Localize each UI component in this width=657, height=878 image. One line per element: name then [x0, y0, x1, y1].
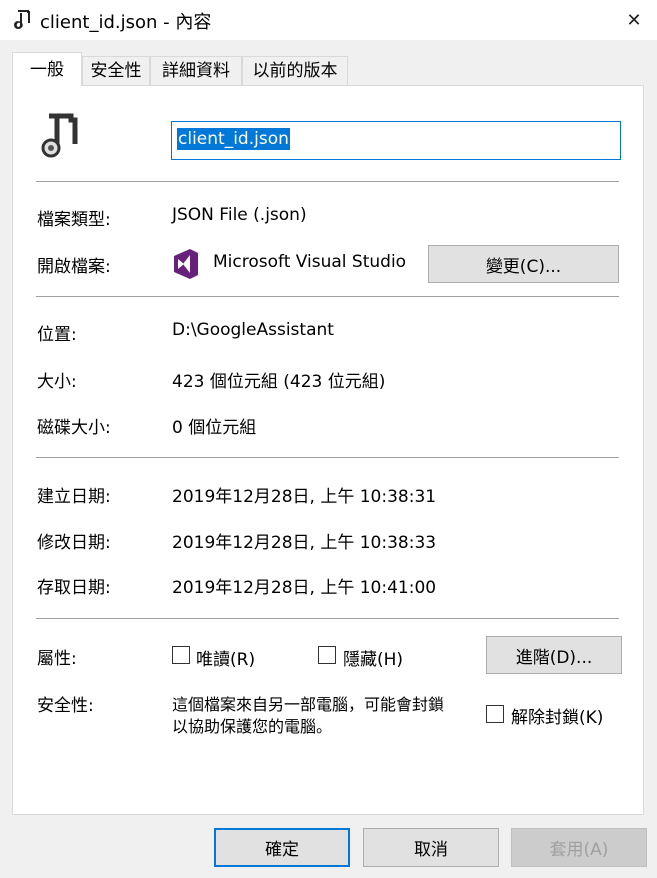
separator: [36, 181, 619, 182]
accessed-label: 存取日期:: [37, 578, 111, 598]
size-label: 大小:: [37, 372, 77, 392]
ok-button-label: 確定: [265, 840, 299, 860]
modified-value: 2019年12月28日, 上午 10:38:33: [172, 533, 437, 553]
file-name-input[interactable]: client_id.json: [171, 121, 621, 160]
accessed-value: 2019年12月28日, 上午 10:41:00: [172, 578, 437, 598]
tab-general[interactable]: 一般: [12, 52, 82, 86]
music-note-file-icon: [41, 113, 78, 158]
close-icon: ✕: [626, 9, 642, 31]
disk-size-label: 磁碟大小:: [37, 418, 111, 438]
tab-label: 詳細資料: [162, 61, 230, 81]
file-type-value: JSON File (.json): [172, 205, 307, 225]
created-label: 建立日期:: [37, 487, 111, 507]
visual-studio-icon: [174, 249, 198, 279]
file-type-label: 檔案類型:: [37, 210, 111, 230]
hidden-checkbox[interactable]: [318, 646, 336, 664]
attributes-label: 屬性:: [37, 649, 77, 669]
change-button-label: 變更(C)...: [485, 256, 562, 277]
apply-button-label: 套用(A): [549, 840, 609, 860]
file-name-text: client_id.json: [177, 128, 290, 150]
cancel-button-label: 取消: [414, 840, 448, 860]
tab-security[interactable]: 安全性: [82, 56, 150, 85]
title-bar: client_id.json - 內容 ✕: [0, 0, 657, 40]
location-label: 位置:: [37, 325, 77, 345]
disk-size-value: 0 個位元組: [172, 418, 257, 438]
advanced-button-label: 進階(D)...: [515, 647, 593, 668]
hidden-label[interactable]: 隱藏(H): [343, 645, 403, 670]
cancel-button[interactable]: 取消: [363, 828, 499, 867]
unblock-label[interactable]: 解除封鎖(K): [511, 703, 603, 728]
change-button[interactable]: 變更(C)...: [428, 245, 619, 283]
advanced-button[interactable]: 進階(D)...: [486, 636, 622, 674]
readonly-label[interactable]: 唯讀(R): [196, 645, 255, 670]
location-value: D:\GoogleAssistant: [172, 320, 334, 340]
security-label: 安全性:: [37, 696, 94, 716]
separator: [36, 296, 619, 297]
security-text-line1: 這個檔案來自另一部電腦，可能會封鎖: [172, 695, 445, 714]
opens-with-label: 開啟檔案:: [37, 257, 111, 277]
file-type-icon: [14, 10, 30, 29]
tab-label: 安全性: [90, 61, 142, 81]
created-value: 2019年12月28日, 上午 10:38:31: [172, 487, 437, 507]
window-title: client_id.json - 內容: [40, 12, 212, 33]
tab-previous-versions[interactable]: 以前的版本: [242, 56, 348, 85]
tab-label: 以前的版本: [252, 61, 338, 81]
apply-button[interactable]: 套用(A): [511, 828, 647, 867]
separator: [36, 457, 619, 458]
size-value: 423 個位元組 (423 位元組): [172, 372, 386, 392]
separator: [36, 618, 619, 619]
readonly-checkbox[interactable]: [172, 646, 190, 664]
tab-details[interactable]: 詳細資料: [150, 56, 242, 85]
close-button[interactable]: ✕: [611, 0, 657, 40]
unblock-checkbox[interactable]: [486, 705, 504, 723]
opens-with-value: Microsoft Visual Studio: [213, 252, 407, 272]
tab-label: 一般: [30, 60, 64, 80]
ok-button[interactable]: 確定: [214, 828, 350, 867]
security-text-line2: 以協助保護您的電腦。: [172, 717, 333, 736]
modified-label: 修改日期:: [37, 533, 111, 553]
